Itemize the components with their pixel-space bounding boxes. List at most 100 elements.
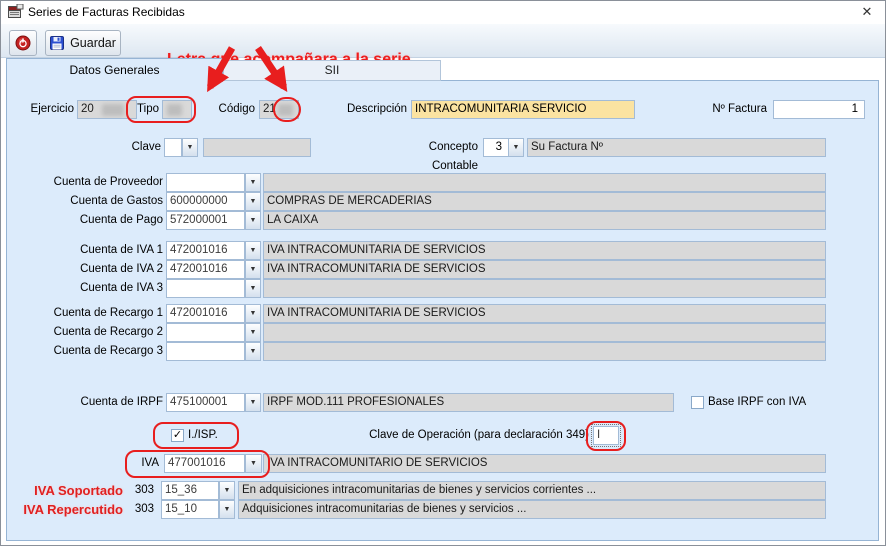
cuenta-proveedor-desc bbox=[263, 173, 826, 192]
clave-dropdown-button[interactable]: ▼ bbox=[182, 138, 198, 157]
base-irpf-label: Base IRPF con IVA bbox=[708, 396, 807, 408]
concepto-dropdown-button[interactable]: ▼ bbox=[508, 138, 524, 157]
cuenta-recargo1-field[interactable]: 472001016 bbox=[166, 304, 245, 323]
ejercicio-label: Ejercicio bbox=[30, 103, 74, 115]
iisp-label: I./ISP. bbox=[188, 429, 218, 441]
cuenta-recargo2-label: Cuenta de Recargo 2 bbox=[53, 326, 163, 338]
cuenta-iva2-dropdown-button[interactable]: ▼ bbox=[245, 260, 261, 279]
iva-repercutido-model: 303 bbox=[134, 503, 154, 515]
cuenta-proveedor-field[interactable] bbox=[166, 173, 245, 192]
descripcion-field[interactable]: INTRACOMUNITARIA SERVICIO bbox=[411, 100, 635, 119]
num-factura-field[interactable]: 1 bbox=[773, 100, 865, 119]
tab-datos-generales[interactable]: Datos Generales bbox=[6, 58, 223, 82]
cuenta-proveedor-dropdown-button[interactable]: ▼ bbox=[245, 173, 261, 192]
cuenta-iva2-field[interactable]: 472001016 bbox=[166, 260, 245, 279]
exit-button[interactable] bbox=[9, 30, 37, 56]
codigo-label: Código bbox=[218, 103, 255, 115]
iisp-checkbox[interactable]: ✓ bbox=[171, 429, 184, 442]
dropdown-icon: ▼ bbox=[223, 487, 231, 494]
cuenta-iva1-label: Cuenta de IVA 1 bbox=[80, 244, 163, 256]
cuenta-irpf-field[interactable]: 475100001 bbox=[166, 393, 245, 412]
cuenta-pago-dropdown-button[interactable]: ▼ bbox=[245, 211, 261, 230]
iva-repercutido-annotation: IVA Repercutido bbox=[23, 502, 123, 517]
cuenta-iva3-field[interactable] bbox=[166, 279, 245, 298]
iva-repercutido-dropdown-button[interactable]: ▼ bbox=[219, 500, 235, 519]
cuenta-recargo1-desc: IVA INTRACOMUNITARIA DE SERVICIOS bbox=[263, 304, 826, 323]
clave-label: Clave bbox=[131, 141, 161, 153]
tipo-label: Tipo bbox=[137, 103, 159, 115]
cuenta-recargo3-field[interactable] bbox=[166, 342, 245, 361]
clave-field[interactable] bbox=[164, 138, 182, 157]
cuenta-recargo2-field[interactable] bbox=[166, 323, 245, 342]
cuenta-gastos-field[interactable]: 600000000 bbox=[166, 192, 245, 211]
iva-desc: IVA INTRACOMUNITARIO DE SERVICIOS bbox=[263, 454, 826, 473]
clave-operacion-label: Clave de Operación (para declaración 349… bbox=[369, 429, 589, 441]
iva-field[interactable]: 477001016 bbox=[164, 454, 245, 473]
close-icon[interactable]: ✕ bbox=[858, 3, 876, 21]
iva-soportado-desc: En adquisiciones intracomunitarias de bi… bbox=[238, 481, 826, 500]
cuenta-iva1-field[interactable]: 472001016 bbox=[166, 241, 245, 260]
cuenta-proveedor-label: Cuenta de Proveedor bbox=[53, 176, 163, 188]
iva-repercutido-field[interactable]: 15_10 bbox=[161, 500, 219, 519]
clave-desc-field bbox=[203, 138, 311, 157]
iva-label: IVA bbox=[141, 457, 159, 469]
dropdown-icon: ▼ bbox=[249, 399, 257, 406]
title-bar: Series de Facturas Recibidas ✕ bbox=[1, 1, 885, 24]
concepto-desc-field: Su Factura Nº bbox=[527, 138, 826, 157]
tipo-field[interactable] bbox=[162, 100, 192, 119]
dropdown-icon: ▼ bbox=[249, 198, 257, 205]
redacted-text bbox=[102, 104, 124, 116]
iva-soportado-dropdown-button[interactable]: ▼ bbox=[219, 481, 235, 500]
tab-sii[interactable]: SII bbox=[223, 60, 441, 81]
window-title: Series de Facturas Recibidas bbox=[28, 5, 185, 19]
codigo-field[interactable]: 21 bbox=[259, 100, 299, 119]
iva-soportado-field[interactable]: 15_36 bbox=[161, 481, 219, 500]
cuenta-recargo3-dropdown-button[interactable]: ▼ bbox=[245, 342, 261, 361]
dropdown-icon: ▼ bbox=[249, 329, 257, 336]
concepto-contable-field[interactable]: 3 bbox=[483, 138, 509, 157]
cuenta-irpf-label: Cuenta de IRPF bbox=[80, 396, 163, 408]
cuenta-recargo3-label: Cuenta de Recargo 3 bbox=[53, 345, 163, 357]
cuenta-gastos-dropdown-button[interactable]: ▼ bbox=[245, 192, 261, 211]
base-irpf-checkbox[interactable] bbox=[691, 396, 704, 409]
dropdown-icon: ▼ bbox=[249, 310, 257, 317]
dropdown-icon: ▼ bbox=[249, 247, 257, 254]
dropdown-icon: ▼ bbox=[512, 144, 520, 151]
iva-soportado-model: 303 bbox=[134, 484, 154, 496]
cuenta-recargo2-dropdown-button[interactable]: ▼ bbox=[245, 323, 261, 342]
cuenta-iva3-dropdown-button[interactable]: ▼ bbox=[245, 279, 261, 298]
cuenta-pago-desc: LA CAIXA bbox=[263, 211, 826, 230]
cuenta-gastos-label: Cuenta de Gastos bbox=[70, 195, 163, 207]
clave-operacion-field[interactable]: I bbox=[591, 424, 621, 447]
app-icon bbox=[8, 4, 24, 18]
iva-repercutido-desc: Adquisiciones intracomunitarias de biene… bbox=[238, 500, 826, 519]
ejercicio-field[interactable]: 20 bbox=[77, 100, 137, 119]
iva-soportado-annotation: IVA Soportado bbox=[34, 483, 123, 498]
cuenta-recargo1-dropdown-button[interactable]: ▼ bbox=[245, 304, 261, 323]
descripcion-label: Descripción bbox=[347, 103, 408, 115]
dropdown-icon: ▼ bbox=[249, 348, 257, 355]
dropdown-icon: ▼ bbox=[249, 266, 257, 273]
power-icon bbox=[15, 35, 31, 51]
check-icon: ✓ bbox=[172, 429, 183, 441]
ejercicio-value: 20 bbox=[81, 103, 94, 115]
cuenta-iva3-desc bbox=[263, 279, 826, 298]
concepto-contable-label: Concepto Contable bbox=[428, 141, 478, 172]
dropdown-icon: ▼ bbox=[250, 460, 257, 467]
cuenta-pago-field[interactable]: 572000001 bbox=[166, 211, 245, 230]
cuenta-gastos-desc: COMPRAS DE MERCADERIAS bbox=[263, 192, 826, 211]
dropdown-icon: ▼ bbox=[223, 506, 231, 513]
cuenta-irpf-dropdown-button[interactable]: ▼ bbox=[245, 393, 261, 412]
cuenta-recargo2-desc bbox=[263, 323, 826, 342]
dropdown-icon: ▼ bbox=[186, 144, 194, 151]
dropdown-icon: ▼ bbox=[249, 285, 257, 292]
save-button[interactable]: Guardar bbox=[45, 30, 121, 56]
cuenta-iva2-label: Cuenta de IVA 2 bbox=[80, 263, 163, 275]
dialog-series-facturas: Series de Facturas Recibidas ✕ Guardar D… bbox=[0, 0, 886, 546]
cuenta-iva1-dropdown-button[interactable]: ▼ bbox=[245, 241, 261, 260]
cuenta-pago-label: Cuenta de Pago bbox=[79, 214, 163, 226]
save-icon bbox=[50, 36, 65, 50]
cuenta-iva1-desc: IVA INTRACOMUNITARIA DE SERVICIOS bbox=[263, 241, 826, 260]
toolbar: Guardar Letra que acompañara a la serie bbox=[1, 24, 885, 68]
iva-dropdown-button[interactable]: ▼ bbox=[245, 454, 262, 473]
